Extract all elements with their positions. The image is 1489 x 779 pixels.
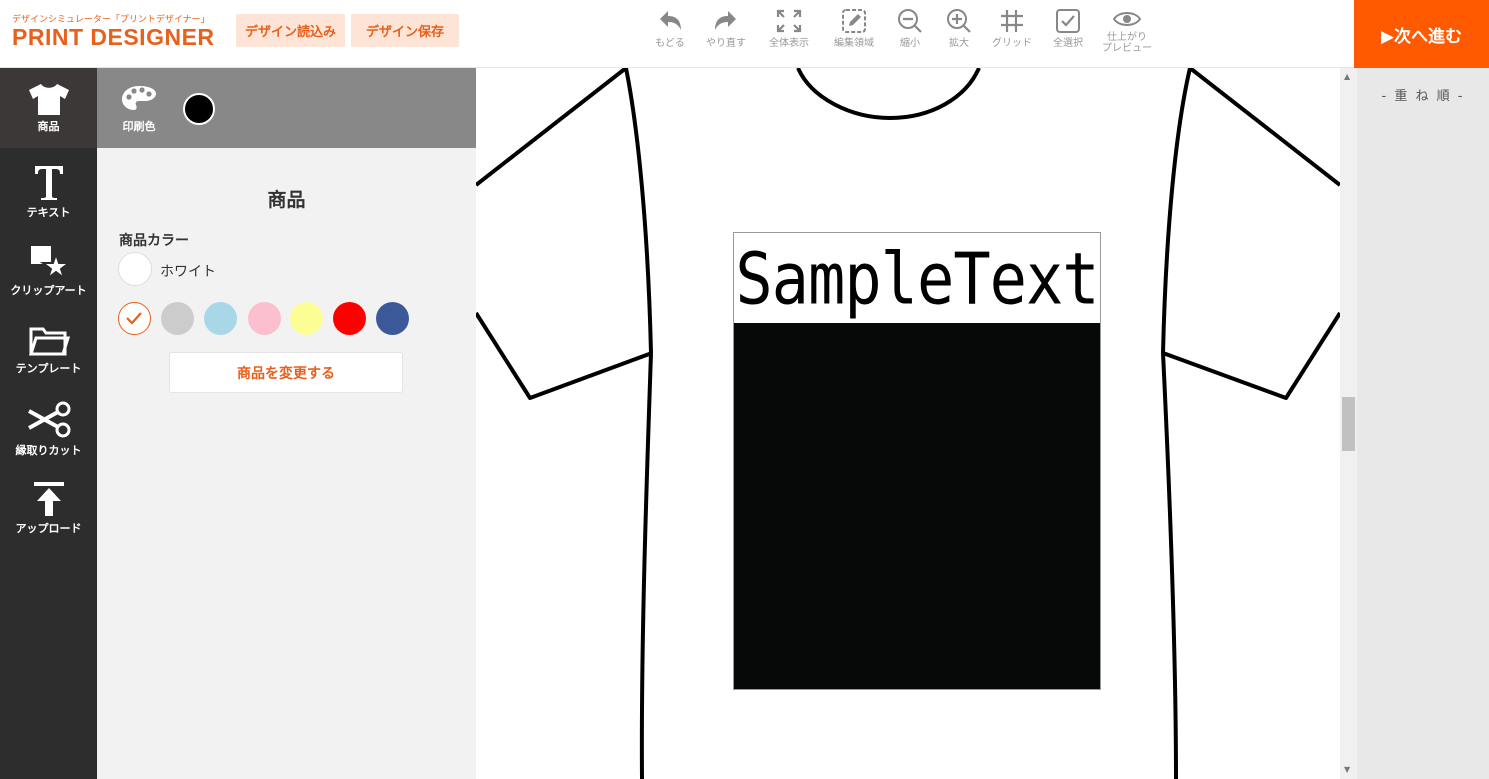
canvas-scrollbar[interactable]: ▲ ▼ <box>1340 68 1357 779</box>
select-all-button[interactable]: 全選択 <box>1040 8 1096 49</box>
color-swatch-red[interactable] <box>333 302 366 335</box>
palette-icon <box>122 86 156 110</box>
undo-icon <box>660 11 681 30</box>
zoom-out-label: 縮小 <box>900 38 920 49</box>
grid-button[interactable]: グリッド <box>984 8 1040 49</box>
nav-item-cut[interactable]: 縁取りカット <box>0 388 97 468</box>
nav-label-template: テンプレート <box>15 362 82 375</box>
product-color-label: 商品カラー <box>119 233 189 249</box>
text-icon <box>34 166 63 200</box>
scroll-thumb[interactable] <box>1342 397 1355 451</box>
save-design-button[interactable]: デザイン保存 <box>351 14 459 47</box>
logo-title: PRINT DESIGNER <box>12 24 215 50</box>
fit-view-label: 全体表示 <box>769 38 809 49</box>
scroll-up-icon[interactable]: ▲ <box>1344 72 1350 81</box>
zoom-out-button[interactable]: 縮小 <box>882 8 938 49</box>
print-color-button[interactable]: 印刷色 <box>117 84 161 134</box>
nav-label-product: 商品 <box>37 120 60 133</box>
load-design-button[interactable]: デザイン読込み <box>236 14 345 47</box>
nav-item-upload[interactable]: アップロード <box>0 468 97 548</box>
print-color-bar: 印刷色 <box>97 68 476 148</box>
color-swatch-pink[interactable] <box>248 302 281 335</box>
zoom-in-label: 拡大 <box>949 38 969 49</box>
preview-label-2: プレビュー <box>1102 43 1152 54</box>
grid-label: グリッド <box>992 38 1032 49</box>
layer-order-title: - 重 ね 順 - <box>1381 89 1465 104</box>
next-step-button[interactable]: ▶次へ進む <box>1354 0 1489 68</box>
nav-item-product[interactable]: 商品 <box>0 68 97 148</box>
print-color-swatch[interactable] <box>183 93 215 125</box>
tshirt-icon <box>28 84 69 115</box>
sample-text-object[interactable]: SampleText <box>734 226 1100 330</box>
change-product-button[interactable]: 商品を変更する <box>169 352 403 393</box>
undo-label: もどる <box>655 38 685 49</box>
print-color-label: 印刷色 <box>122 120 156 133</box>
redo-icon <box>715 11 736 30</box>
header: デザインシミュレーター「プリントデザイナー」 PRINT DESIGNER デザ… <box>0 0 1489 68</box>
nav-item-clipart[interactable]: クリップアート <box>0 228 97 308</box>
clipart-icon <box>30 246 71 280</box>
zoom-in-button[interactable]: 拡大 <box>931 8 987 49</box>
color-swatch-yellow[interactable] <box>290 302 323 335</box>
scissors-icon <box>27 401 70 438</box>
panel-title: 商品 <box>267 189 306 211</box>
select-all-label: 全選択 <box>1053 38 1083 49</box>
nav-label-cut: 縁取りカット <box>15 444 82 457</box>
edit-area-button[interactable]: 編集領域 <box>826 8 882 49</box>
edit-area-label: 編集領域 <box>834 38 874 49</box>
edit-area-icon <box>842 9 866 33</box>
undo-button[interactable]: もどる <box>642 8 698 49</box>
grid-icon <box>1001 10 1023 32</box>
selected-color-swatch <box>118 252 152 286</box>
nav-item-text[interactable]: テキスト <box>0 148 97 228</box>
redo-label: やり直す <box>706 38 746 49</box>
upload-icon <box>33 482 64 516</box>
fit-view-button[interactable]: 全体表示 <box>761 8 817 49</box>
zoom-out-icon <box>898 9 922 33</box>
print-area[interactable]: SampleText <box>733 232 1101 690</box>
product-panel: 印刷色 商品 商品カラー ホワイト 商品を変更する <box>97 68 476 779</box>
black-rectangle-object[interactable] <box>734 323 1100 689</box>
selected-color-name: ホワイト <box>160 264 216 280</box>
logo[interactable]: デザインシミュレーター「プリントデザイナー」 PRINT DESIGNER <box>12 12 215 49</box>
fullscreen-icon <box>776 9 802 33</box>
zoom-in-icon <box>947 9 971 33</box>
color-swatch-lightblue[interactable] <box>204 302 237 335</box>
layer-panel: - 重 ね 順 - <box>1357 68 1489 779</box>
left-nav: 商品 テキスト クリップアート テンプレート 縁取りカット アップロード <box>0 68 97 779</box>
nav-label-text: テキスト <box>26 206 71 219</box>
scroll-down-icon[interactable]: ▼ <box>1344 765 1350 774</box>
preview-label-1: 仕上がり <box>1107 32 1147 43</box>
select-all-icon <box>1056 9 1080 33</box>
nav-item-template[interactable]: テンプレート <box>0 308 97 388</box>
color-swatch-navy[interactable] <box>376 302 409 335</box>
eye-icon <box>1112 12 1142 26</box>
check-icon <box>126 312 142 325</box>
nav-label-upload: アップロード <box>15 522 82 535</box>
color-swatch-white[interactable] <box>118 302 151 335</box>
color-swatch-gray[interactable] <box>161 302 194 335</box>
nav-label-clipart: クリップアート <box>10 284 87 297</box>
redo-button[interactable]: やり直す <box>698 8 754 49</box>
design-canvas[interactable]: SampleText <box>476 68 1340 779</box>
preview-button[interactable]: 仕上がり プレビュー <box>1099 8 1155 54</box>
folder-icon <box>28 327 70 356</box>
